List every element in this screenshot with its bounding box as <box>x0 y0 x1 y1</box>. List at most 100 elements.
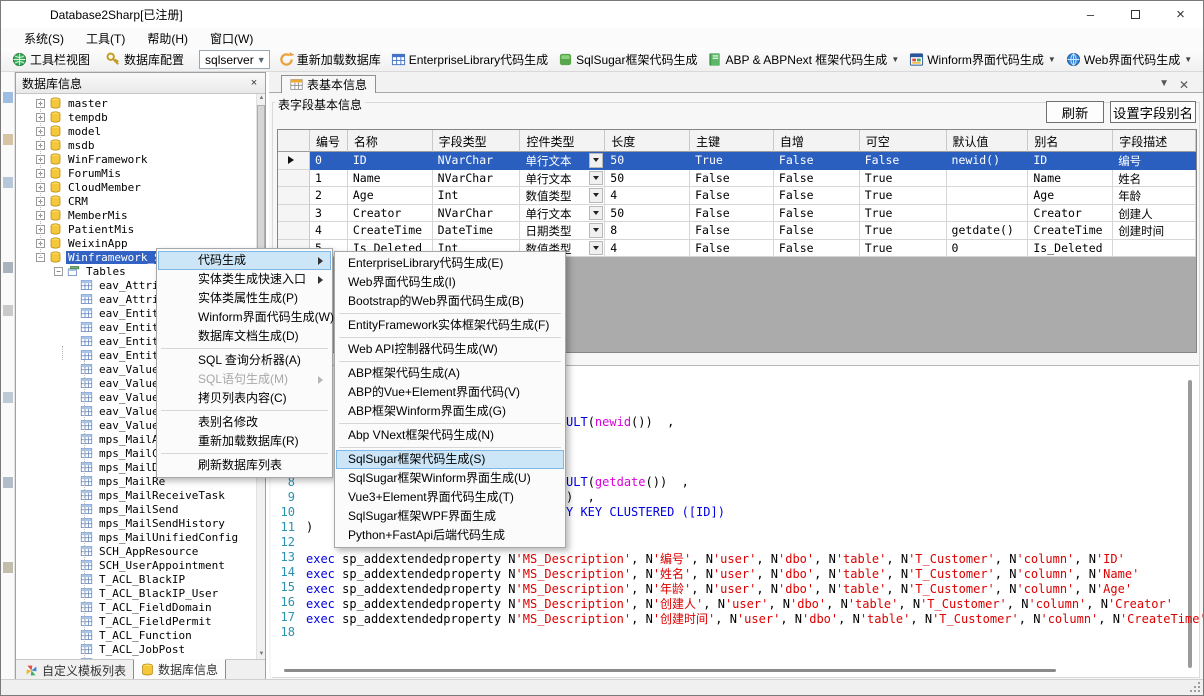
submenu-item[interactable]: Web界面代码生成(I) <box>336 273 564 292</box>
grid-col-header[interactable]: 字段描述 <box>1113 130 1196 152</box>
context-menu-item[interactable]: SQL 查询分析器(A) <box>158 351 331 370</box>
grid-cell[interactable]: 创建人 <box>1113 205 1196 223</box>
tree-item-database[interactable]: +master <box>16 96 256 110</box>
grid-cell[interactable]: False <box>690 205 774 223</box>
grid-cell[interactable]: NVarChar <box>433 205 521 223</box>
tree-item-database[interactable]: +CRM <box>16 194 256 208</box>
submenu-item[interactable]: SqlSugar框架代码生成(S) <box>336 450 564 469</box>
grid-cell[interactable]: False <box>690 222 774 240</box>
tree-item-database[interactable]: +MemberMis <box>16 208 256 222</box>
tree-item-database[interactable]: +WinFramework <box>16 152 256 166</box>
close-icon[interactable]: × <box>1158 1 1203 28</box>
submenu-item[interactable]: ABP框架代码生成(A) <box>336 364 564 383</box>
tree-item-table[interactable]: T_ACL_BlackIP <box>16 572 256 586</box>
grid-cell[interactable]: True <box>860 222 947 240</box>
grid-cell[interactable]: False <box>774 240 860 258</box>
tree-item-table[interactable]: mps_MailUnifiedConfig <box>16 530 256 544</box>
submenu-item[interactable]: ABP的Vue+Element界面代码(V) <box>336 383 564 402</box>
resize-grip[interactable] <box>1190 682 1200 692</box>
toolbar-button[interactable]: Winform界面代码生成▼ <box>904 49 1061 70</box>
grid-cell[interactable]: False <box>860 152 947 170</box>
grid-cell[interactable]: False <box>774 170 860 188</box>
grid-cell[interactable]: 数值类型 <box>520 187 605 205</box>
grid-cell[interactable]: getdate() <box>947 222 1029 240</box>
grid-cell[interactable]: 4 <box>605 240 690 258</box>
context-menu-item[interactable]: 实体类生成快速入口 <box>158 270 331 289</box>
submenu-item[interactable]: EnterpriseLibrary代码生成(E) <box>336 254 564 273</box>
cell-combo-dropdown[interactable] <box>589 153 603 168</box>
menu-item-h[interactable]: 帮助(H) <box>136 28 199 49</box>
grid-cell[interactable]: Creator <box>348 205 433 223</box>
grid-cell[interactable]: NVarChar <box>433 170 521 188</box>
refresh-button[interactable]: 刷新 <box>1046 101 1104 123</box>
grid-cell[interactable] <box>947 170 1029 188</box>
tree-item-database[interactable]: +PatientMis <box>16 222 256 236</box>
grid-cell[interactable]: False <box>690 187 774 205</box>
grid-cell[interactable] <box>947 205 1029 223</box>
chevron-down-icon[interactable]: ▼ <box>891 55 899 64</box>
submenu-item[interactable]: Web API控制器代码生成(W) <box>336 340 564 359</box>
tree-item-table[interactable]: T_ACL_FieldPermit <box>16 614 256 628</box>
submenu-item[interactable]: Bootstrap的Web界面代码生成(B) <box>336 292 564 311</box>
grid-cell[interactable]: 年龄 <box>1113 187 1196 205</box>
grid-cell[interactable]: False <box>690 240 774 258</box>
minimize-icon[interactable]: – <box>1068 1 1113 28</box>
grid-row-selector[interactable] <box>278 152 310 170</box>
tree-item-database[interactable]: +msdb <box>16 138 256 152</box>
context-menu-item[interactable]: 数据库文档生成(D) <box>158 327 331 346</box>
grid-cell[interactable]: 50 <box>605 205 690 223</box>
toolbar-button[interactable]: 重新加载数据库 <box>274 49 386 70</box>
toolbar-button[interactable]: EnterpriseLibrary代码生成 <box>386 49 553 70</box>
submenu-item[interactable]: Vue3+Element界面代码生成(T) <box>336 488 564 507</box>
grid-cell[interactable]: ID <box>1028 152 1113 170</box>
submenu-item[interactable]: SqlSugar框架Winform界面生成(U) <box>336 469 564 488</box>
grid-cell[interactable]: Int <box>433 187 521 205</box>
grid-cell[interactable]: Age <box>1028 187 1113 205</box>
grid-cell[interactable]: True <box>860 240 947 258</box>
grid-cell[interactable]: NVarChar <box>433 152 521 170</box>
panel-tab-custom-templates[interactable]: 自定义模板列表 <box>18 660 133 680</box>
grid-col-header[interactable]: 编号 <box>310 130 348 152</box>
context-menu-item[interactable]: 实体类属性生成(P) <box>158 289 331 308</box>
tree-item-table[interactable]: T_ACL_FieldDomain <box>16 600 256 614</box>
panel-tab-database-info[interactable]: 数据库信息 <box>133 659 226 680</box>
grid-col-header[interactable]: 默认值 <box>947 130 1029 152</box>
grid-cell[interactable]: Name <box>1028 170 1113 188</box>
maximize-icon[interactable] <box>1113 1 1158 28</box>
grid-cell[interactable]: Is_Deleted <box>1028 240 1113 258</box>
grid-cell[interactable] <box>947 187 1029 205</box>
toolbar-button[interactable]: 数据库配置 <box>101 49 189 70</box>
submenu-item[interactable]: EntityFramework实体框架代码生成(F) <box>336 316 564 335</box>
tab-table-basic-info[interactable]: 表基本信息 <box>281 75 376 93</box>
grid-cell[interactable]: 4 <box>605 187 690 205</box>
grid-col-header[interactable]: 长度 <box>605 130 690 152</box>
grid-cell[interactable]: 1 <box>310 170 348 188</box>
tree-item-table[interactable]: T_ACL_BlackIP_User <box>16 586 256 600</box>
grid-cell[interactable]: 姓名 <box>1113 170 1196 188</box>
scroll-up-icon[interactable]: ▲ <box>257 94 266 103</box>
toolbar-button[interactable]: 工具栏视图 <box>7 49 95 70</box>
tree-item-table[interactable]: SCH_UserAppointment <box>16 558 256 572</box>
grid-col-header[interactable]: 控件类型 <box>520 130 605 152</box>
grid-row-selector[interactable] <box>278 205 310 223</box>
grid-cell[interactable]: 创建时间 <box>1113 222 1196 240</box>
tree-item-table[interactable]: T_ACL_JobPost <box>16 642 256 656</box>
tree-item-table[interactable]: mps_MailSend <box>16 502 256 516</box>
context-menu-item[interactable]: 代码生成 <box>158 251 331 270</box>
grid-cell[interactable]: 单行文本 <box>520 152 605 170</box>
chevron-down-icon[interactable]: ▼ <box>254 55 269 65</box>
scroll-down-icon[interactable]: ▼ <box>257 650 266 659</box>
grid-cell[interactable]: Age <box>348 187 433 205</box>
horizontal-scrollbar-thumb[interactable] <box>284 669 1056 672</box>
grid-col-header[interactable]: 自增 <box>774 130 860 152</box>
context-menu-item[interactable]: Winform界面代码生成(W) <box>158 308 331 327</box>
grid-cell[interactable]: 单行文本 <box>520 170 605 188</box>
grid-cell[interactable]: False <box>774 152 860 170</box>
grid-cell[interactable]: 编号 <box>1113 152 1196 170</box>
close-icon[interactable]: × <box>247 76 261 90</box>
cell-combo-dropdown[interactable] <box>589 171 603 186</box>
context-menu-item[interactable]: SQL语句生成(M) <box>158 370 331 389</box>
grid-col-header[interactable]: 字段类型 <box>433 130 521 152</box>
collapse-icon[interactable]: − <box>54 267 63 276</box>
database-type-combo[interactable]: sqlserver▼ <box>199 50 270 69</box>
